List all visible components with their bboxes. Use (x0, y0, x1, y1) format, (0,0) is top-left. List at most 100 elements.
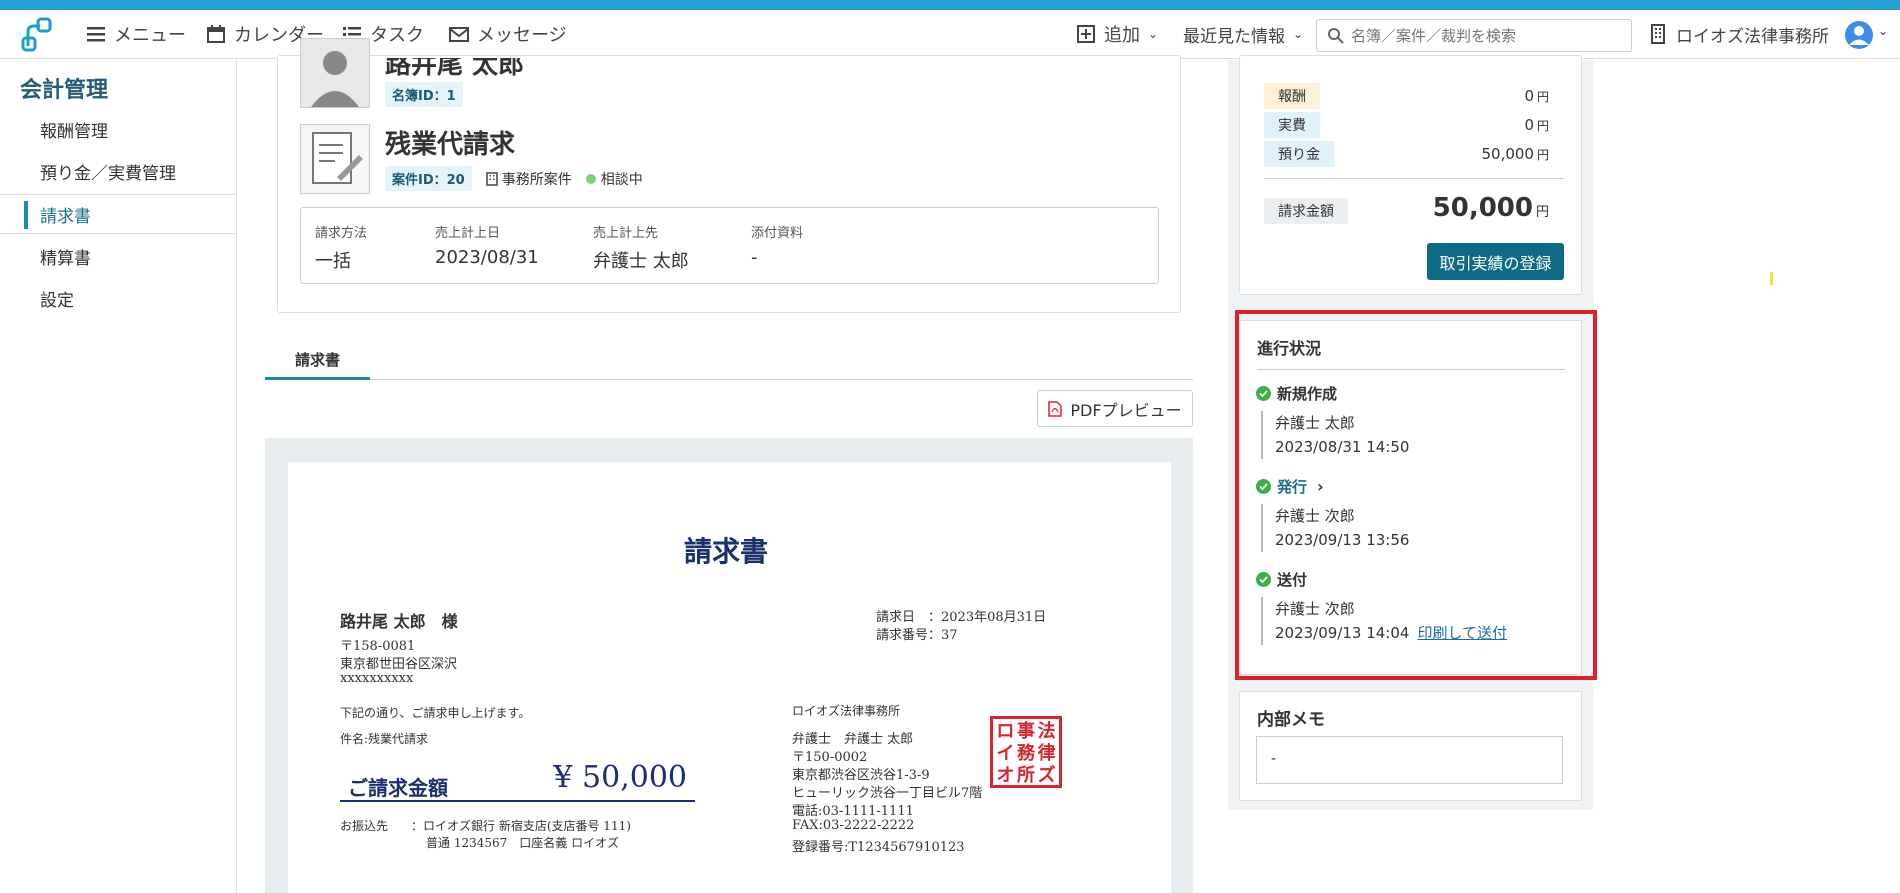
deposit-value: 50,000 円 (1481, 145, 1549, 163)
pdf-preview-label: PDFプレビュー (1070, 400, 1182, 420)
invoice-recipient: 路井尾 太郎 様 (340, 612, 458, 631)
add-dropdown[interactable]: 追加 ⌄ (1076, 22, 1158, 46)
top-navigation-bar: メニュー カレンダー タスク メッセージ 追加 ⌄ 最近見た情報 ⌄ ロイオズ法… (0, 10, 1900, 59)
chevron-down-icon: ⌄ (1148, 27, 1159, 41)
fee-value: 0円 (1524, 87, 1549, 105)
invoice-amount-box: ご請求金額 ¥ 50,000 (340, 758, 695, 802)
menu-label: メニュー (114, 25, 186, 46)
firm-zip: 〒150-0002 (792, 750, 868, 765)
recent-dropdown[interactable]: 最近見た情報 ⌄ (1183, 22, 1304, 47)
sidebar: 会計管理 報酬管理 預り金／実費管理 請求書 精算書 設定 (0, 60, 237, 893)
info-dest-value: 弁護士 太郎 (593, 251, 689, 272)
top-accent-line (0, 0, 1900, 10)
firm-label: ロイオズ法律事務所 (1676, 26, 1829, 47)
add-label: 追加 (1104, 25, 1140, 46)
envelope-icon (449, 27, 469, 42)
pdf-file-icon (1048, 400, 1063, 417)
office-case-tag: 事務所案件 (485, 169, 572, 189)
case-meta: 案件ID：20 事務所案件 相談中 (385, 166, 643, 191)
invoice-number: 請求番号：37 (876, 628, 958, 643)
invoice-amount-value: ¥ 50,000 (553, 760, 687, 795)
deposit-label: 預り金 (1264, 141, 1334, 167)
user-avatar-icon (1845, 21, 1873, 49)
highlight-box (1235, 310, 1597, 680)
user-menu[interactable]: ⌄ (1844, 20, 1888, 50)
firm-address: 東京都渋谷区渋谷1-3-9 (792, 768, 930, 783)
calendar-icon (207, 25, 225, 43)
amount-row-deposit: 預り金 50,000 円 (1264, 141, 1549, 167)
expense-value: 0円 (1524, 116, 1549, 134)
sidebar-item-settings[interactable]: 設定 (0, 278, 236, 318)
register-transaction-button[interactable]: 取引実績の登録 (1427, 243, 1564, 280)
firm-name: ロイオズ法律事務所 (792, 704, 901, 718)
divider (1264, 178, 1564, 179)
info-method-value: 一括 (315, 251, 351, 272)
document-pen-icon (300, 124, 370, 194)
expense-label: 実費 (1264, 112, 1320, 138)
invoice-recipient-zip: 〒158-0081 (340, 639, 416, 654)
total-value: 50,000 円 (1432, 193, 1549, 223)
scroll-marker (1770, 272, 1773, 285)
sidebar-item-statement[interactable]: 精算書 (0, 236, 236, 276)
search-box[interactable] (1316, 19, 1632, 52)
tab-invoice[interactable]: 請求書 (265, 345, 370, 380)
sidebar-title: 会計管理 (20, 78, 109, 103)
task-label: タスク (370, 25, 424, 46)
firm-switcher[interactable]: ロイオズ法律事務所 (1648, 22, 1829, 47)
building-icon (485, 171, 498, 186)
bank-line-1: ：ロイオズ銀行 新宿支店(支店番号 111) (411, 819, 631, 833)
invoice-amount-label: ご請求金額 (348, 776, 448, 800)
fee-label: 報酬 (1264, 83, 1320, 109)
building-icon (1651, 24, 1665, 44)
info-attach-value: - (751, 247, 758, 268)
office-case-label: 事務所案件 (501, 171, 572, 188)
info-attach: 添付資料 - (751, 222, 803, 268)
message-nav[interactable]: メッセージ (449, 22, 567, 46)
invoice-subject: 件名:残業代請求 (340, 732, 429, 746)
plus-square-icon (1077, 25, 1095, 43)
sidebar-item-invoice[interactable]: 請求書 (0, 194, 236, 234)
memo-field[interactable]: - (1256, 736, 1563, 784)
bank-label: お振込先 (340, 819, 389, 833)
firm-tel: 電話:03-1111-1111 (792, 804, 914, 819)
search-icon (1328, 27, 1344, 44)
status-label: 相談中 (600, 171, 643, 188)
sidebar-item-fee[interactable]: 報酬管理 (0, 109, 236, 149)
meibo-id-badge: 名簿ID：1 (385, 82, 463, 107)
status-badge: 相談中 (585, 169, 643, 189)
invoice-recipient-address: 東京都世田谷区深沢 (340, 657, 458, 672)
firm-fax: FAX:03-2222-2222 (792, 818, 915, 833)
invoice-title: 請求書 (684, 535, 769, 568)
amount-row-fee: 報酬 0円 (1264, 83, 1549, 109)
tab-bar: 請求書 (265, 335, 1193, 380)
memo-title: 内部メモ (1257, 710, 1325, 730)
case-id-badge: 案件ID：20 (385, 166, 472, 191)
sidebar-item-deposit[interactable]: 預り金／実費管理 (0, 151, 236, 191)
status-dot-icon (585, 173, 596, 184)
internal-memo-card: 内部メモ - (1239, 691, 1582, 801)
person-avatar-icon (300, 38, 370, 108)
amount-row-expense: 実費 0円 (1264, 112, 1549, 138)
info-date-label: 売上計上日 (435, 226, 501, 241)
invoice-paper: 請求書 路井尾 太郎 様 〒158-0081 東京都世田谷区深沢 xxxxxxx… (288, 462, 1171, 893)
pdf-preview-button[interactable]: PDFプレビュー (1037, 390, 1193, 427)
info-dest-label: 売上計上先 (593, 226, 659, 241)
app-logo-icon[interactable] (18, 16, 54, 52)
info-date: 売上計上日 2023/08/31 (435, 222, 539, 268)
info-dest: 売上計上先 弁護士 太郎 (593, 222, 689, 273)
info-attach-label: 添付資料 (751, 226, 804, 241)
info-date-value: 2023/08/31 (435, 247, 539, 268)
search-input[interactable] (1351, 26, 1621, 45)
case-title[interactable]: 残業代請求 (385, 124, 515, 161)
firm-building: ヒューリック渋谷一丁目ビル7階 (792, 786, 983, 801)
message-label: メッセージ (477, 25, 567, 46)
chevron-down-icon: ⌄ (1293, 27, 1304, 41)
hamburger-icon (87, 27, 105, 42)
recent-label: 最近見た情報 (1183, 26, 1285, 47)
firm-seal-stamp: ロ事法 イ務律 オ所ズ (990, 716, 1062, 788)
total-label: 請求金額 (1264, 198, 1348, 224)
amount-row-total: 請求金額 50,000 円 (1264, 193, 1549, 227)
info-method: 請求方法 一括 (315, 222, 367, 273)
menu-nav[interactable]: メニュー (86, 22, 186, 46)
invoice-recipient-address2: xxxxxxxxxx (340, 671, 414, 686)
